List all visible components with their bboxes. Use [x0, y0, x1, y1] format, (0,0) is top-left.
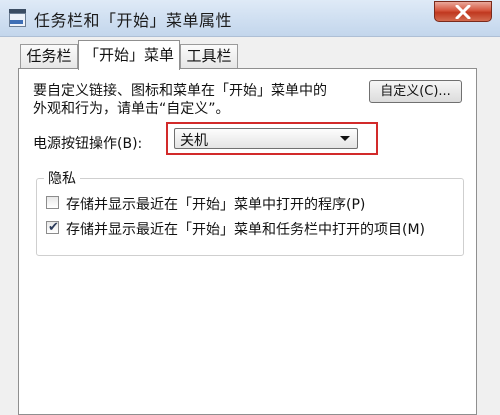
- customize-description: 要自定义链接、图标和菜单在「开始」菜单中的 外观和行为，请单击“自定义”。: [33, 83, 327, 117]
- privacy-group-title: 隐私: [44, 168, 80, 188]
- close-icon: [455, 5, 471, 19]
- window-title: 任务栏和「开始」菜单属性: [34, 11, 233, 30]
- power-button-label: 电源按钮操作(B):: [33, 136, 143, 152]
- power-button-value: 关机: [180, 133, 208, 149]
- recent-programs-label: 存储并显示最近在「开始」菜单中打开的程序(P): [66, 197, 366, 213]
- highlight-box: 关机: [166, 122, 378, 155]
- tab-taskbar[interactable]: 任务栏: [20, 44, 78, 68]
- recent-items-checkbox[interactable]: ✔: [46, 220, 59, 235]
- close-button[interactable]: [434, 1, 492, 22]
- tab-start-menu[interactable]: 「开始」菜单: [78, 40, 180, 70]
- customize-button[interactable]: 自定义(C)...: [369, 80, 462, 103]
- chevron-down-icon: [340, 136, 350, 141]
- privacy-group: [36, 178, 464, 256]
- title-bar[interactable]: 任务栏和「开始」菜单属性: [0, 0, 500, 37]
- power-button-select[interactable]: 关机: [174, 128, 358, 149]
- taskbar-properties-icon: [9, 9, 26, 27]
- tab-toolbars[interactable]: 工具栏: [180, 44, 238, 68]
- recent-programs-checkbox[interactable]: [46, 196, 59, 209]
- recent-items-label: 存储并显示最近在「开始」菜单和任务栏中打开的项目(M): [66, 222, 426, 238]
- properties-dialog: 任务栏和「开始」菜单属性 任务栏 「开始」菜单 工具栏 要自定义链接、图标和菜单…: [0, 0, 500, 415]
- checkmark-icon: ✔: [48, 220, 59, 235]
